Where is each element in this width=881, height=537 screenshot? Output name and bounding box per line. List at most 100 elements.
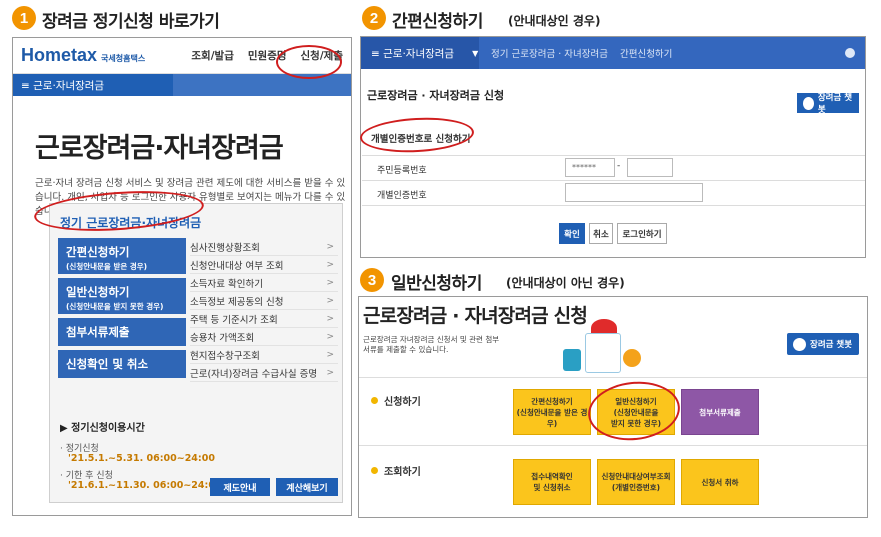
section-apply: 신청하기: [371, 393, 421, 408]
documents-illustration: [563, 319, 643, 374]
apply-form-title: 근로장려금 · 자녀장려금 신청: [367, 89, 505, 102]
section-apply-label: 신청하기: [384, 397, 421, 408]
section-query: 조회하기: [371, 463, 421, 478]
sub-item-car-value[interactable]: 승용차 가액조회 >: [190, 328, 338, 346]
tile-label: 신청서 취하: [701, 477, 739, 487]
attachment-submit-tile[interactable]: 첨부서류제출: [681, 389, 759, 435]
tile-label: 첨부서류제출: [699, 407, 741, 417]
chevron-right-icon: >: [326, 349, 334, 360]
calculator-button[interactable]: 계산해보기: [276, 478, 338, 496]
step-1-title: 장려금 정기신청 바로가기: [42, 12, 220, 32]
general-apply-button[interactable]: 일반신청하기 (신청안내문을 받지 못한 경우): [58, 278, 186, 314]
step-3-title: 일반신청하기: [391, 274, 482, 294]
withdraw-tile[interactable]: 신청서 취하: [681, 459, 759, 505]
breadcrumb-current[interactable]: 간편신청하기: [608, 46, 672, 60]
bullet-icon: [371, 397, 378, 404]
section-divider: [359, 377, 867, 378]
form-divider: [362, 180, 865, 181]
form-divider: [362, 155, 865, 156]
highlight-apply-menu: [276, 45, 342, 79]
chevron-right-icon: >: [326, 295, 334, 306]
sub-item-local-desk[interactable]: 현지접수창구조회 >: [190, 346, 338, 364]
bullet-icon: [371, 467, 378, 474]
rrn-back-input[interactable]: [627, 158, 673, 177]
cert-number-label: 개별인증번호: [377, 191, 427, 201]
rrn-front-input[interactable]: ******: [565, 158, 615, 177]
step-2-title: 간편신청하기: [392, 12, 483, 32]
chatbot-button[interactable]: 장려금 챗봇: [787, 333, 859, 355]
sub-item-proof[interactable]: 근로(자녀)장려금 수급사실 증명 >: [190, 364, 338, 382]
nav-menu-label: ≡ 근로·자녀장려금: [371, 47, 455, 60]
chevron-right-icon: >: [326, 331, 334, 342]
sub-item-review-status[interactable]: 심사진행상황조회 >: [190, 238, 338, 256]
tile-label: 간편신청하기: [531, 396, 573, 406]
sub-menu-list: 심사진행상황조회 > 신청안내대상 여부 조회 > 소득자료 확인하기 > 소득정보 …: [190, 238, 338, 382]
sub-item-label: 주택 등 기준시가 조회: [190, 314, 278, 326]
dropdown-arrow-icon: ▼: [472, 48, 479, 58]
general-apply-sub: (신청안내문을 받지 못한 경우): [66, 302, 164, 311]
step-3-badge: 3: [360, 268, 384, 292]
sub-item-label: 승용차 가액조회: [190, 332, 255, 344]
attachment-submit-button[interactable]: 첨부서류제출: [58, 318, 186, 346]
sub-item-consent[interactable]: 소득정보 제공동의 신청 >: [190, 292, 338, 310]
system-guide-button[interactable]: 제도안내: [210, 478, 270, 496]
tile-label: 접수내역확인: [531, 472, 573, 481]
tile-sublabel: (신청안내문을 받은 경우): [516, 407, 588, 428]
step-2-subtitle: (안내대상인 경우): [508, 14, 601, 28]
login-button[interactable]: 로그인하기: [617, 223, 667, 244]
section-divider: [359, 445, 867, 446]
document-icon: [585, 333, 621, 373]
nav-collapse-icon[interactable]: [845, 48, 855, 58]
sub-item-income-data[interactable]: 소득자료 확인하기 >: [190, 274, 338, 292]
period-title: ▶ 정기신청이용시간: [60, 423, 145, 434]
simple-apply-sub: (신청안내문을 받은 경우): [66, 262, 148, 271]
chatbot-label: 장려금 챗봇: [817, 93, 853, 115]
cert-number-input[interactable]: [565, 183, 703, 202]
sub-item-label: 심사진행상황조회: [190, 242, 260, 254]
breadcrumb-category[interactable]: 정기 근로장려금 · 자녀장려금: [479, 46, 608, 60]
step-1-badge: 1: [12, 6, 36, 30]
step-3-subtitle: (안내대상이 아닌 경우): [506, 276, 625, 290]
sub-item-house-price[interactable]: 주택 등 기준시가 조회 >: [190, 310, 338, 328]
sub-item-label: 신청안내대상 여부 조회: [190, 260, 284, 272]
tile-label: 신청안내대상여부조회: [601, 472, 671, 481]
receipt-check-tile[interactable]: 접수내역확인 및 신청취소: [513, 459, 591, 505]
confirm-button[interactable]: 확인: [559, 223, 585, 244]
sub-item-label: 소득정보 제공동의 신청: [190, 296, 284, 308]
regular-application-box: 정기 근로장려금·자녀장려금 간편신청하기 (신청안내문을 받은 경우) 일반신…: [49, 203, 343, 503]
form-divider: [362, 205, 865, 206]
rrn-dash: -: [617, 161, 621, 171]
chevron-right-icon: >: [326, 367, 334, 378]
chevron-right-icon: >: [326, 313, 334, 324]
sub-item-label: 소득자료 확인하기: [190, 278, 263, 290]
chevron-right-icon: >: [326, 277, 334, 288]
period-regular-date: '21.5.1.~5.31. 06:00~24:00: [68, 453, 215, 464]
coin-icon: [623, 349, 641, 367]
attachment-submit-label: 첨부서류제출: [66, 325, 130, 339]
chatbot-icon: [793, 337, 806, 351]
nav-category-bar[interactable]: ≡ 근로·자녀장려금: [13, 74, 173, 96]
rrn-label: 주민등록번호: [377, 166, 427, 176]
menu-item-inquiry[interactable]: 조회/발급: [191, 48, 233, 63]
simple-apply-button[interactable]: 간편신청하기 (신청안내문을 받은 경우): [58, 238, 186, 274]
tile-sublabel: (개별인증번호): [611, 483, 661, 492]
sub-item-target-check[interactable]: 신청안내대상 여부 조회 >: [190, 256, 338, 274]
target-check-tile[interactable]: 신청안내대상여부조회 (개별인증번호): [597, 459, 675, 505]
chevron-right-icon: >: [326, 241, 334, 252]
tile-sublabel: 및 신청취소: [533, 483, 571, 492]
hometax-main-panel: Hometax 국세청홈택스 조회/발급 민원증명 신청/제출 ≡ 근로·자녀장…: [12, 37, 352, 516]
hometax-logo[interactable]: Hometax 국세청홈택스: [21, 45, 145, 66]
chatbot-icon: [803, 96, 814, 110]
simple-apply-tile[interactable]: 간편신청하기 (신청안내문을 받은 경우): [513, 389, 591, 435]
card-icon: [563, 349, 581, 371]
logo-text: Hometax: [21, 45, 98, 65]
general-apply-title: 근로장려금 · 자녀장려금 신청: [363, 305, 588, 327]
chatbot-button[interactable]: 장려금 챗봇: [797, 93, 859, 115]
nav-category-menu[interactable]: ≡ 근로·자녀장려금 ▼: [361, 37, 479, 69]
check-cancel-button[interactable]: 신청확인 및 취소: [58, 350, 186, 378]
cancel-button[interactable]: 취소: [589, 223, 613, 244]
logo-subtext: 국세청홈택스: [101, 54, 146, 63]
step-2-badge: 2: [362, 6, 386, 30]
sub-item-label: 근로(자녀)장려금 수급사실 증명: [190, 368, 318, 380]
nav-bar-fill: [173, 74, 351, 96]
